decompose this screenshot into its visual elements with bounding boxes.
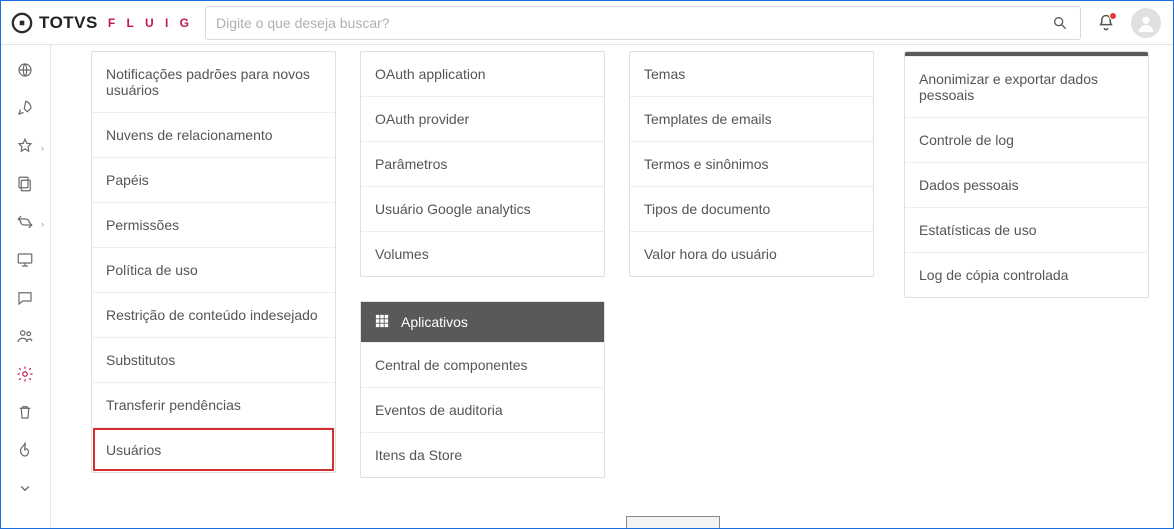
settings-item[interactable]: Transferir pendências: [92, 382, 335, 427]
settings-item[interactable]: Valor hora do usuário: [630, 231, 873, 276]
rocket-icon: [16, 99, 34, 122]
brand-mark-icon: [11, 12, 33, 34]
brand-text-primary: TOTVS: [39, 13, 98, 33]
avatar-icon: [1135, 12, 1157, 34]
settings-card-2a: OAuth applicationOAuth providerParâmetro…: [360, 51, 605, 277]
sidebar-item-chat[interactable]: [1, 281, 50, 319]
settings-item[interactable]: Central de componentes: [361, 342, 604, 387]
notifications-button[interactable]: [1093, 10, 1119, 36]
search-icon[interactable]: [1050, 15, 1070, 31]
left-sidebar: ››: [1, 45, 51, 528]
star-icon: [16, 137, 34, 160]
sidebar-item-trash[interactable]: [1, 395, 50, 433]
window-scroll-fragment: [626, 516, 720, 528]
search-input[interactable]: [216, 15, 1050, 31]
settings-col-3: TemasTemplates de emailsTermos e sinônim…: [629, 51, 874, 277]
sidebar-item-monitor[interactable]: [1, 243, 50, 281]
flame-icon: [16, 441, 34, 464]
gear-icon: [16, 365, 34, 388]
settings-col-2: OAuth applicationOAuth providerParâmetro…: [360, 51, 605, 478]
top-bar: TOTVS F L U I G: [1, 1, 1173, 45]
brand-logo[interactable]: TOTVS F L U I G: [11, 12, 193, 34]
globe-icon: [16, 61, 34, 84]
settings-item[interactable]: Dados pessoais: [905, 162, 1148, 207]
settings-columns: Notificações padrões para novos usuários…: [51, 45, 1173, 494]
settings-col-4: Anonimizar e exportar dados pessoaisCont…: [904, 51, 1149, 298]
sidebar-item-gear[interactable]: [1, 357, 50, 395]
brand-text-secondary: F L U I G: [108, 16, 193, 30]
sidebar-item-copy[interactable]: [1, 167, 50, 205]
settings-item[interactable]: Substitutos: [92, 337, 335, 382]
settings-item[interactable]: Política de uso: [92, 247, 335, 292]
notification-dot-icon: [1109, 12, 1117, 20]
trash-icon: [16, 403, 34, 426]
settings-item[interactable]: Log de cópia controlada: [905, 252, 1148, 297]
settings-item[interactable]: Templates de emails: [630, 96, 873, 141]
card-header-label: Aplicativos: [401, 314, 468, 330]
app-body: ›› Notificações padrões para novos usuár…: [1, 45, 1173, 528]
settings-item[interactable]: Usuários: [92, 427, 335, 472]
settings-card-1: Notificações padrões para novos usuários…: [91, 51, 336, 473]
settings-card-4: Anonimizar e exportar dados pessoaisCont…: [904, 51, 1149, 298]
arrows-icon: [16, 213, 34, 236]
settings-card-3: TemasTemplates de emailsTermos e sinônim…: [629, 51, 874, 277]
settings-item[interactable]: Termos e sinônimos: [630, 141, 873, 186]
grid-icon: [375, 314, 391, 330]
card-header-aplicativos: Aplicativos: [361, 302, 604, 342]
sidebar-item-star[interactable]: ›: [1, 129, 50, 167]
sidebar-item-arrows[interactable]: ›: [1, 205, 50, 243]
settings-item[interactable]: Restrição de conteúdo indesejado: [92, 292, 335, 337]
people-icon: [16, 327, 34, 350]
settings-item[interactable]: OAuth provider: [361, 96, 604, 141]
main-content: Notificações padrões para novos usuários…: [51, 45, 1173, 528]
settings-item[interactable]: Estatísticas de uso: [905, 207, 1148, 252]
settings-item[interactable]: OAuth application: [361, 52, 604, 96]
settings-item[interactable]: Volumes: [361, 231, 604, 276]
copy-icon: [16, 175, 34, 198]
settings-item[interactable]: Papéis: [92, 157, 335, 202]
settings-item[interactable]: Permissões: [92, 202, 335, 247]
sidebar-item-rocket[interactable]: [1, 91, 50, 129]
sidebar-item-more[interactable]: [1, 471, 50, 509]
user-avatar[interactable]: [1131, 8, 1161, 38]
chat-icon: [16, 289, 34, 312]
more-icon: [16, 479, 34, 502]
settings-item[interactable]: Temas: [630, 52, 873, 96]
settings-card-aplicativos: Aplicativos Central de componentesEvento…: [360, 301, 605, 478]
settings-item[interactable]: Notificações padrões para novos usuários: [92, 52, 335, 112]
settings-item[interactable]: Usuário Google analytics: [361, 186, 604, 231]
sidebar-item-flame[interactable]: [1, 433, 50, 471]
settings-item[interactable]: Nuvens de relacionamento: [92, 112, 335, 157]
settings-item[interactable]: Anonimizar e exportar dados pessoais: [905, 56, 1148, 117]
chevron-right-icon: ›: [41, 143, 44, 153]
global-search[interactable]: [205, 6, 1081, 40]
sidebar-item-globe[interactable]: [1, 53, 50, 91]
sidebar-item-people[interactable]: [1, 319, 50, 357]
settings-item[interactable]: Controle de log: [905, 117, 1148, 162]
settings-item[interactable]: Tipos de documento: [630, 186, 873, 231]
settings-col-1: Notificações padrões para novos usuários…: [91, 51, 336, 473]
chevron-right-icon: ›: [41, 219, 44, 229]
settings-item[interactable]: Itens da Store: [361, 432, 604, 477]
settings-item[interactable]: Parâmetros: [361, 141, 604, 186]
settings-item[interactable]: Eventos de auditoria: [361, 387, 604, 432]
monitor-icon: [16, 251, 34, 274]
